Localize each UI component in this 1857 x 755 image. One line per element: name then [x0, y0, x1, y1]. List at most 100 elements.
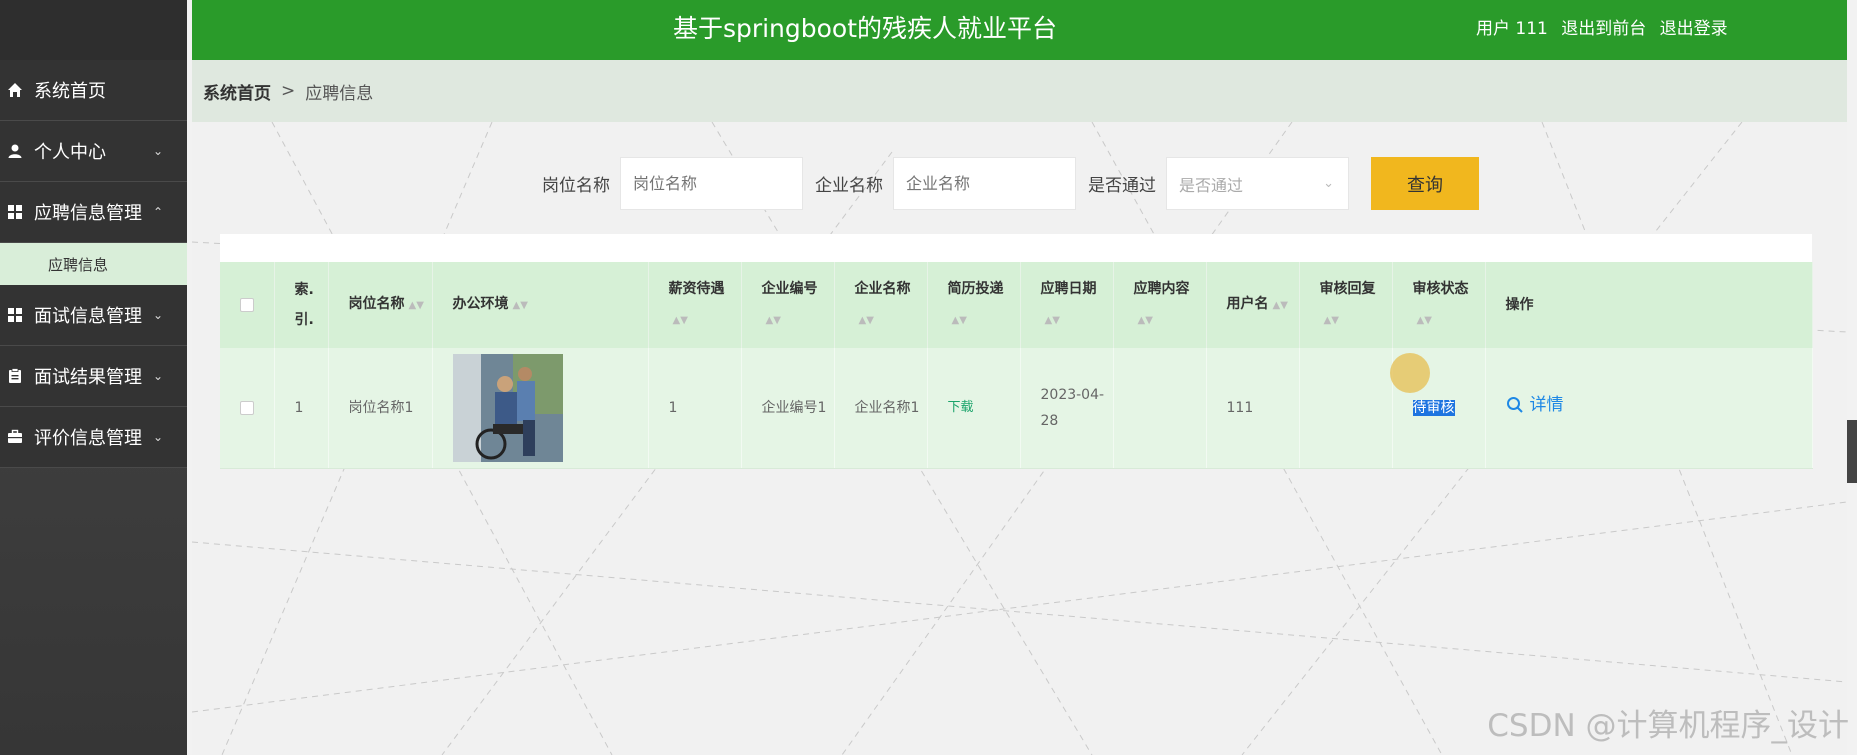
select-all-cell: [220, 262, 275, 348]
sidebar-subitem-application-info[interactable]: 应聘信息: [0, 243, 187, 285]
watermark: CSDN @计算机程序_设计: [1487, 708, 1849, 744]
col-job-name[interactable]: 岗位名称 ▲▼: [328, 262, 433, 348]
cell-company-no: 企业编号1: [741, 348, 835, 469]
col-salary[interactable]: 薪资待遇 ▲▼: [648, 262, 742, 348]
col-index: 索.引.: [274, 262, 329, 348]
sidebar-item-personal-center[interactable]: 个人中心 ⌄: [0, 121, 187, 182]
sidebar-item-interview-management[interactable]: 面试信息管理 ⌄: [0, 285, 187, 346]
sort-icon[interactable]: ▲▼: [766, 315, 781, 326]
col-reply[interactable]: 审核回复 ▲▼: [1299, 262, 1393, 348]
data-table: 索.引. 岗位名称 ▲▼ 办公环境 ▲▼ 薪资待遇▲▼ 企业编号▲▼ 企业名称▲▼ …: [220, 234, 1813, 469]
sort-icon[interactable]: ▲▼: [952, 315, 967, 326]
detail-button[interactable]: 详情: [1506, 392, 1564, 418]
sidebar: 系统首页 个人中心 ⌄ 应聘信息管理 ⌃ 应聘信息 面试信息管理 ⌄ 面试结果管…: [0, 0, 187, 755]
company-name-input[interactable]: [893, 157, 1076, 210]
sort-icon[interactable]: ▲▼: [1417, 315, 1432, 326]
header-label: 操作: [1505, 297, 1534, 313]
pass-select[interactable]: 是否通过 ⌄: [1166, 157, 1349, 210]
sidebar-item-application-management[interactable]: 应聘信息管理 ⌃: [0, 182, 187, 243]
col-date[interactable]: 应聘日期 ▲▼: [1020, 262, 1114, 348]
cell-company-name: 企业名称1: [834, 348, 928, 469]
chevron-down-icon: ⌄: [152, 430, 164, 444]
cell-content: [1113, 348, 1207, 469]
detail-label: 详情: [1529, 395, 1564, 416]
sort-icon[interactable]: ▲▼: [409, 300, 424, 311]
logout-link[interactable]: 退出登录: [1660, 19, 1728, 39]
sidebar-item-evaluation-management[interactable]: 评价信息管理 ⌄: [0, 407, 187, 468]
sidebar-item-home[interactable]: 系统首页: [0, 60, 187, 121]
sidebar-item-label: 系统首页: [34, 81, 106, 102]
header-label: 企业名称: [854, 281, 911, 297]
select-all-checkbox[interactable]: [240, 298, 254, 312]
col-company-name[interactable]: 企业名称 ▲▼: [834, 262, 928, 348]
row-checkbox[interactable]: [240, 400, 254, 415]
cell-resume: 下载: [927, 348, 1021, 469]
col-resume[interactable]: 简历投递 ▲▼: [927, 262, 1021, 348]
cell-actions: 详情: [1485, 348, 1813, 469]
chevron-down-icon: ⌄: [152, 369, 164, 383]
sort-icon[interactable]: ▲▼: [859, 315, 874, 326]
sort-icon[interactable]: ▲▼: [1045, 315, 1060, 326]
job-name-input[interactable]: [620, 157, 803, 210]
chevron-down-icon: ⌄: [152, 308, 164, 322]
page-scrollbar[interactable]: [1847, 420, 1857, 483]
col-status[interactable]: 审核状态 ▲▼: [1392, 262, 1486, 348]
sort-icon[interactable]: ▲▼: [1324, 315, 1339, 326]
header-label: 办公环境: [452, 296, 509, 312]
cell-reply: [1299, 348, 1393, 469]
table-header-row: 索.引. 岗位名称 ▲▼ 办公环境 ▲▼ 薪资待遇▲▼ 企业编号▲▼ 企业名称▲▼ …: [220, 262, 1813, 348]
row-select-cell: [220, 348, 275, 469]
office-environment-photo[interactable]: [452, 353, 563, 462]
sidebar-item-label: 个人中心: [34, 142, 106, 163]
breadcrumb-home[interactable]: 系统首页: [203, 79, 271, 104]
mouse-cursor-highlight: [1390, 353, 1430, 393]
header-label: 应聘内容: [1133, 281, 1190, 297]
col-username[interactable]: 用户名 ▲▼: [1206, 262, 1300, 348]
main-content: 岗位名称 企业名称 是否通过 是否通过 ⌄ 查询 索.引. 岗位名称 ▲▼: [192, 122, 1847, 755]
top-header: 基于springboot的残疾人就业平台 用户 111 退出到前台 退出登录: [192, 0, 1847, 60]
col-office-env[interactable]: 办公环境 ▲▼: [432, 262, 649, 348]
sort-icon[interactable]: ▲▼: [673, 315, 688, 326]
home-icon: [6, 81, 24, 99]
col-company-no[interactable]: 企业编号 ▲▼: [741, 262, 835, 348]
user-area: 用户 111 退出到前台 退出登录: [1476, 14, 1736, 39]
cell-salary: 1: [648, 348, 742, 469]
back-to-front-link[interactable]: 退出到前台: [1561, 19, 1646, 39]
download-resume-link[interactable]: 下载: [948, 400, 974, 415]
sort-icon[interactable]: ▲▼: [513, 300, 528, 311]
briefcase-icon: [6, 428, 24, 446]
pass-select-placeholder: 是否通过: [1179, 175, 1244, 195]
cell-username: 111: [1206, 348, 1300, 469]
breadcrumb: 系统首页 > 应聘信息: [192, 60, 1847, 122]
header-label: 简历投递: [947, 281, 1004, 297]
sort-icon[interactable]: ▲▼: [1273, 300, 1288, 311]
cell-index: 1: [274, 348, 329, 469]
col-content[interactable]: 应聘内容 ▲▼: [1113, 262, 1207, 348]
clipboard-icon: [6, 367, 24, 385]
user-label: 用户 111: [1476, 19, 1548, 39]
chevron-down-icon: ⌄: [152, 144, 164, 158]
table-row: 1 岗位名称1 1 企业编号1 企业名称1 下载 2023-04-28 111 …: [220, 348, 1813, 469]
header-label: 企业编号: [761, 281, 818, 297]
company-name-label: 企业名称: [815, 176, 883, 196]
header-label: 岗位名称: [348, 296, 405, 312]
job-name-label: 岗位名称: [542, 176, 610, 196]
sidebar-item-label: 面试结果管理: [34, 367, 142, 388]
chevron-up-icon: ⌃: [152, 205, 164, 219]
breadcrumb-current: 应聘信息: [305, 83, 374, 104]
sidebar-item-label: 应聘信息管理: [34, 203, 142, 224]
sidebar-item-interview-result-management[interactable]: 面试结果管理 ⌄: [0, 346, 187, 407]
grid-icon: [6, 203, 24, 221]
sort-icon[interactable]: ▲▼: [1138, 315, 1153, 326]
sidebar-top: [0, 0, 187, 60]
user-icon: [6, 142, 24, 160]
header-label: 薪资待遇: [668, 281, 725, 297]
query-button[interactable]: 查询: [1371, 157, 1479, 210]
pass-label: 是否通过: [1088, 176, 1156, 196]
cell-date: 2023-04-28: [1020, 348, 1114, 469]
search-icon: [1506, 397, 1523, 413]
cell-job-name: 岗位名称1: [328, 348, 433, 469]
grid-icon: [6, 306, 24, 324]
header-label: 审核回复: [1319, 281, 1376, 297]
chevron-down-icon: ⌄: [1323, 176, 1334, 191]
